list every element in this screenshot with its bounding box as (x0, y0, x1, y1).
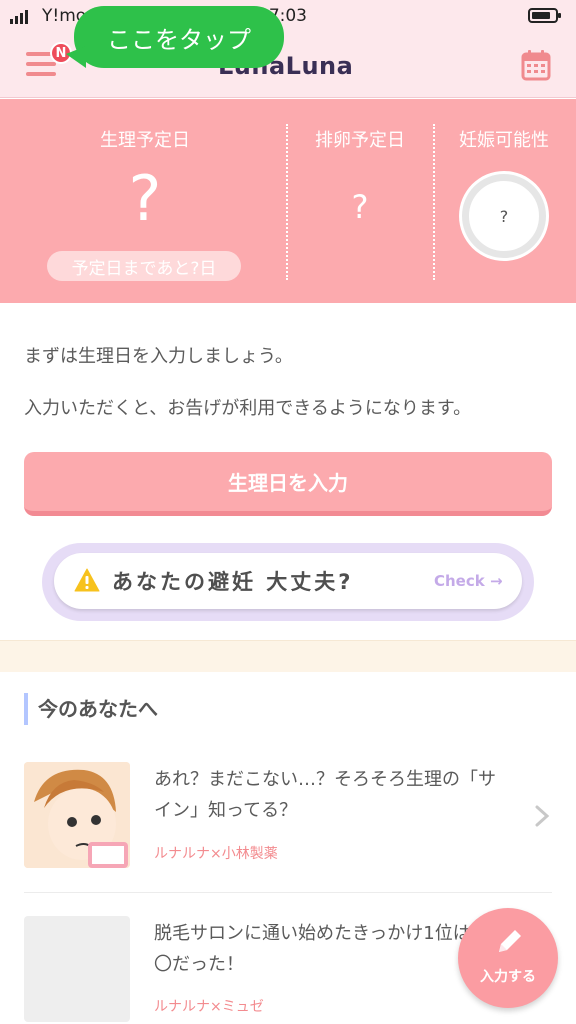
tap-here-tooltip[interactable]: ここをタップ (66, 6, 284, 68)
article-title[interactable]: 脱毛サロンに通い始めたきっかけ1位は〇〇だった！ (154, 918, 504, 980)
intro-line-1: まずは生理日を入力しましょう。 (24, 346, 293, 367)
warning-icon (74, 568, 100, 592)
intro-line-2: 入力いただくと、お告げが利用できるようになります。 (24, 398, 472, 419)
pregnancy-value: ? (499, 206, 509, 226)
contraception-check-text: あなたの避妊 大丈夫? (112, 570, 354, 594)
pregnancy-chance-ring[interactable]: ? (462, 174, 546, 258)
calendar-icon[interactable] (520, 49, 552, 81)
divider (286, 124, 288, 280)
article-thumbnail[interactable] (24, 762, 130, 868)
check-link[interactable]: Check → (434, 572, 503, 590)
article-thumbnail[interactable] (24, 916, 130, 1022)
section-title: 今のあなたへ (24, 693, 158, 725)
article-title[interactable]: あれ？まだこない…？そろそろ生理の「サイン」知ってる？ (154, 764, 504, 826)
ovulation-title: 排卵予定日 (315, 130, 405, 151)
article-source: ルナルナ×小林製薬 (154, 846, 278, 862)
list-separator (24, 892, 552, 893)
pencil-icon (499, 930, 521, 952)
signal-icon (10, 10, 28, 24)
illustration-image (24, 762, 130, 868)
period-title: 生理予定日 (100, 130, 190, 151)
input-period-button[interactable]: 生理日を入力 (24, 452, 552, 516)
chevron-right-icon[interactable] (534, 804, 550, 828)
article-source: ルナルナ×ミュゼ (154, 999, 264, 1015)
period-remaining-pill: 予定日まであと?日 (47, 251, 241, 281)
divider (433, 124, 435, 280)
section-divider-band (0, 640, 576, 672)
battery-icon (528, 8, 561, 23)
input-fab-button[interactable]: 入力する (458, 908, 558, 1008)
ovulation-value: ? (351, 188, 369, 226)
pregnancy-title: 妊娠可能性 (459, 130, 549, 151)
fab-label: 入力する (480, 969, 536, 985)
period-value: ? (128, 162, 162, 235)
